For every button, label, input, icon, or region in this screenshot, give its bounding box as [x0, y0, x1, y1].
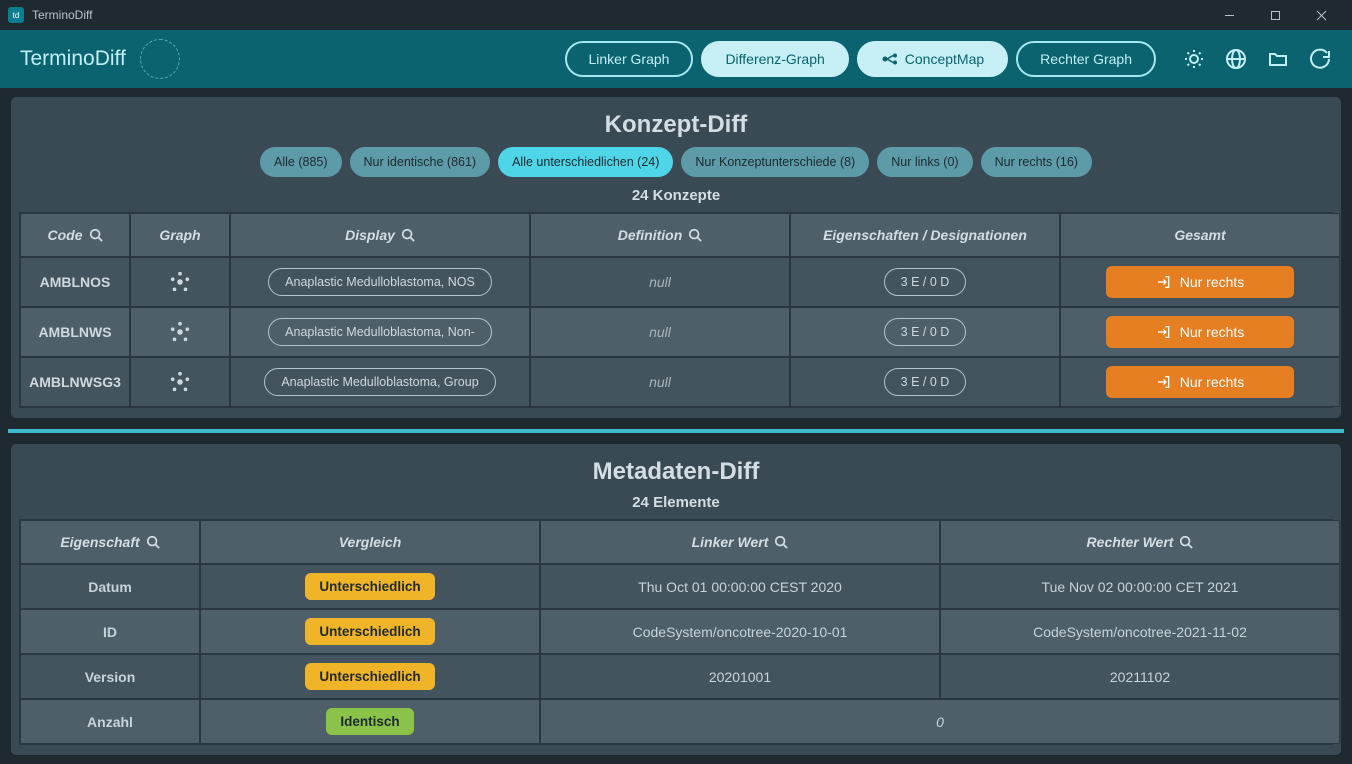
- konzept-diff-panel: Konzept-Diff Alle (885) Nur identische (8…: [8, 94, 1344, 421]
- props-pill[interactable]: 3 E / 0 D: [884, 318, 967, 346]
- total-cell: Nur rechts: [1060, 357, 1340, 407]
- code-cell: AMBLNWSG3: [20, 357, 130, 407]
- graph-button[interactable]: [130, 307, 230, 357]
- filter-chip[interactable]: Alle (885): [260, 147, 342, 177]
- meta-right-value: 20211102: [940, 654, 1340, 699]
- window-minimize-button[interactable]: [1206, 0, 1252, 30]
- display-cell: Anaplastic Medulloblastoma, NOS: [230, 257, 530, 307]
- right-graph-button[interactable]: Rechter Graph: [1016, 41, 1156, 77]
- konzept-count: 24 Konzepte: [19, 187, 1333, 204]
- total-badge[interactable]: Nur rechts: [1106, 266, 1294, 298]
- props-pill[interactable]: 3 E / 0 D: [884, 368, 967, 396]
- display-pill[interactable]: Anaplastic Medulloblastoma, Non-: [268, 318, 492, 346]
- meta-property-cell: Anzahl: [20, 699, 200, 744]
- column-header-graph: Graph: [130, 213, 230, 257]
- column-header-props: Eigenschaften / Designationen: [790, 213, 1060, 257]
- props-pill[interactable]: 3 E / 0 D: [884, 268, 967, 296]
- total-cell: Nur rechts: [1060, 307, 1340, 357]
- column-header-code[interactable]: Code: [20, 213, 130, 257]
- refresh-button[interactable]: [1308, 47, 1332, 71]
- konzept-diff-title: Konzept-Diff: [19, 111, 1333, 139]
- display-pill[interactable]: Anaplastic Medulloblastoma, NOS: [268, 268, 492, 296]
- brand-title: TerminoDiff: [20, 47, 126, 71]
- panel-divider[interactable]: [8, 429, 1344, 433]
- meta-property-cell: Version: [20, 654, 200, 699]
- meta-right-value: CodeSystem/oncotree-2021-11-02: [940, 609, 1340, 654]
- window-close-button[interactable]: [1298, 0, 1344, 30]
- app-icon: td: [8, 7, 24, 23]
- theme-toggle-button[interactable]: [1182, 47, 1206, 71]
- language-button[interactable]: [1224, 47, 1248, 71]
- open-folder-button[interactable]: [1266, 47, 1290, 71]
- definition-cell: null: [530, 357, 790, 407]
- meta-merged-value: 0: [540, 699, 1340, 744]
- right-graph-label: Rechter Graph: [1040, 51, 1132, 67]
- meta-comparison-cell: Unterschiedlich: [200, 654, 540, 699]
- meta-comparison-cell: Unterschiedlich: [200, 564, 540, 609]
- comparison-badge: Unterschiedlich: [305, 573, 434, 600]
- props-cell: 3 E / 0 D: [790, 357, 1060, 407]
- display-cell: Anaplastic Medulloblastoma, Group: [230, 357, 530, 407]
- meta-property-cell: ID: [20, 609, 200, 654]
- meta-header-left_value[interactable]: Linker Wert: [540, 520, 940, 564]
- comparison-badge: Unterschiedlich: [305, 663, 434, 690]
- diff-graph-button[interactable]: Differenz-Graph: [701, 41, 848, 77]
- column-header-definition[interactable]: Definition: [530, 213, 790, 257]
- meta-comparison-cell: Unterschiedlich: [200, 609, 540, 654]
- konzept-table: Code GraphDisplay Definition Eigenschaft…: [19, 212, 1333, 408]
- meta-left-value: 20201001: [540, 654, 940, 699]
- filter-chip[interactable]: Nur links (0): [877, 147, 972, 177]
- app-header: TerminoDiff Linker Graph Differenz-Graph…: [0, 30, 1352, 88]
- comparison-badge: Identisch: [326, 708, 413, 735]
- filter-chip[interactable]: Alle unterschiedlichen (24): [498, 147, 673, 177]
- diff-graph-label: Differenz-Graph: [725, 51, 824, 67]
- brand-logo: [140, 39, 180, 79]
- code-cell: AMBLNWS: [20, 307, 130, 357]
- filter-chip[interactable]: Nur Konzeptunterschiede (8): [681, 147, 869, 177]
- meta-left-value: Thu Oct 01 00:00:00 CEST 2020: [540, 564, 940, 609]
- meta-right-value: Tue Nov 02 00:00:00 CET 2021: [940, 564, 1340, 609]
- definition-cell: null: [530, 257, 790, 307]
- concept-map-icon: [881, 52, 899, 66]
- filter-chip[interactable]: Nur rechts (16): [981, 147, 1092, 177]
- definition-cell: null: [530, 307, 790, 357]
- column-header-total: Gesamt: [1060, 213, 1340, 257]
- concept-map-label: ConceptMap: [905, 51, 984, 67]
- metadaten-diff-title: Metadaten-Diff: [19, 458, 1333, 486]
- props-cell: 3 E / 0 D: [790, 307, 1060, 357]
- total-badge[interactable]: Nur rechts: [1106, 316, 1294, 348]
- meta-property-cell: Datum: [20, 564, 200, 609]
- column-header-display[interactable]: Display: [230, 213, 530, 257]
- concept-map-button[interactable]: ConceptMap: [857, 41, 1008, 77]
- filter-row: Alle (885) Nur identische (861)Alle unter…: [19, 147, 1333, 177]
- left-graph-label: Linker Graph: [589, 51, 670, 67]
- display-pill[interactable]: Anaplastic Medulloblastoma, Group: [264, 368, 495, 396]
- total-cell: Nur rechts: [1060, 257, 1340, 307]
- left-graph-button[interactable]: Linker Graph: [565, 41, 694, 77]
- display-cell: Anaplastic Medulloblastoma, Non-: [230, 307, 530, 357]
- meta-header-right_value[interactable]: Rechter Wert: [940, 520, 1340, 564]
- window-titlebar: td TerminoDiff: [0, 0, 1352, 30]
- graph-button[interactable]: [130, 257, 230, 307]
- props-cell: 3 E / 0 D: [790, 257, 1060, 307]
- meta-header-comparison: Vergleich: [200, 520, 540, 564]
- window-maximize-button[interactable]: [1252, 0, 1298, 30]
- meta-comparison-cell: Identisch: [200, 699, 540, 744]
- code-cell: AMBLNOS: [20, 257, 130, 307]
- metadaten-diff-panel: Metadaten-Diff 24 Elemente Eigenschaft V…: [8, 441, 1344, 758]
- comparison-badge: Unterschiedlich: [305, 618, 434, 645]
- meta-left-value: CodeSystem/oncotree-2020-10-01: [540, 609, 940, 654]
- meta-count: 24 Elemente: [19, 494, 1333, 511]
- graph-button[interactable]: [130, 357, 230, 407]
- meta-header-property[interactable]: Eigenschaft: [20, 520, 200, 564]
- filter-chip[interactable]: Nur identische (861): [350, 147, 491, 177]
- total-badge[interactable]: Nur rechts: [1106, 366, 1294, 398]
- window-title: TerminoDiff: [32, 8, 92, 22]
- meta-table: Eigenschaft VergleichLinker Wert Rechter…: [19, 519, 1333, 745]
